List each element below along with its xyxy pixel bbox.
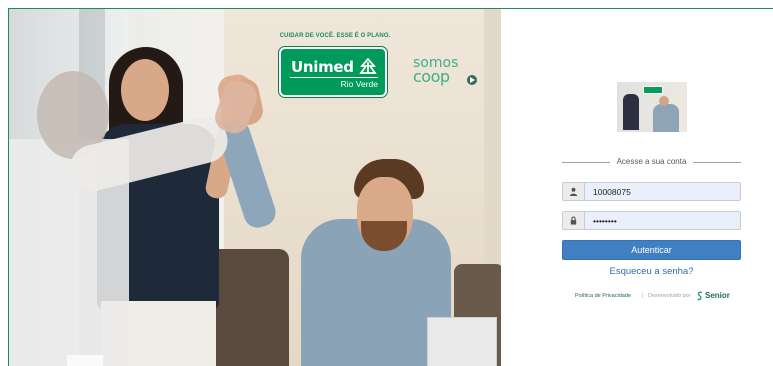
password-field (562, 211, 741, 230)
lock-icon (563, 212, 585, 229)
login-panel: Acesse a sua conta Autenticar Esqueceu a… (501, 9, 773, 366)
login-thumbnail-image (617, 82, 687, 132)
thumb-figure-left (623, 94, 639, 130)
login-section-title: Acesse a sua conta (616, 157, 687, 166)
thumb-logo (643, 86, 663, 94)
divider-rule-left (562, 162, 610, 163)
thumb-face (659, 96, 669, 106)
unimed-tree-icon (359, 58, 377, 74)
hero-chair (209, 249, 289, 366)
developed-by-label: Desenvolvido por (648, 293, 691, 299)
hero-image: CUIDAR DE VOCÊ. ESSE É O PLANO. Unimed R… (9, 9, 501, 366)
login-footer: Política de Privacidade | Desenvolvido p… (562, 290, 741, 302)
hero-laptop (427, 317, 497, 366)
divider-rule-right (693, 162, 741, 163)
login-section-header: Acesse a sua conta (562, 156, 741, 168)
page-frame: CUIDAR DE VOCÊ. ESSE É O PLANO. Unimed R… (8, 8, 773, 366)
user-icon (563, 183, 585, 200)
senior-vendor-link[interactable]: Senior (705, 291, 730, 300)
somos-coop-logo: somos coop (413, 56, 458, 86)
hero-woman-face (121, 59, 169, 121)
password-input[interactable] (586, 212, 740, 229)
thumb-figure-right (653, 104, 679, 132)
unimed-logo: Unimed Rio Verde (279, 47, 387, 97)
unimed-logo-name: Unimed (291, 58, 354, 76)
brand-tagline: CUIDAR DE VOCÊ. ESSE É O PLANO. (279, 33, 391, 39)
forgot-password-link[interactable]: Esqueceu a senha? (562, 266, 741, 277)
hero-paper (67, 355, 103, 366)
privacy-policy-link[interactable]: Política de Privacidade (575, 293, 631, 299)
username-input[interactable] (586, 183, 740, 200)
footer-separator: | (642, 293, 644, 299)
coop-arrow-icon (467, 75, 477, 85)
unimed-logo-subtitle: Rio Verde (340, 79, 378, 89)
senior-logo-icon (697, 291, 703, 301)
unimed-logo-rule (290, 77, 378, 78)
username-field (562, 182, 741, 201)
coop-word: coop (413, 67, 450, 86)
authenticate-button[interactable]: Autenticar (562, 240, 741, 260)
